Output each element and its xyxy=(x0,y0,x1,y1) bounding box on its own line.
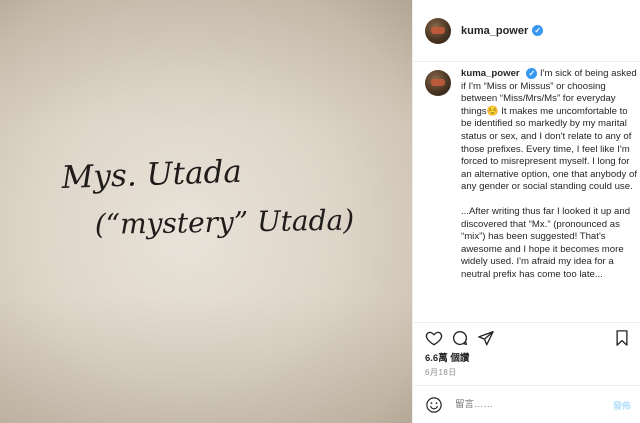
post-date[interactable]: 6月18日 xyxy=(425,367,457,378)
send-icon[interactable] xyxy=(477,329,495,347)
instagram-post: Mys. Utada (“mystery” Utada) kuma_power … xyxy=(0,0,640,423)
caption-verified-badge-icon: ✓ xyxy=(526,68,538,79)
handwriting-line-1: Mys. Utada xyxy=(60,154,242,196)
caption-paragraph-1: I'm sick of being asked if I'm “Miss or … xyxy=(461,68,637,193)
smiley-icon[interactable] xyxy=(425,396,443,414)
post-side-panel: kuma_power ✓ kuma_power ✓ I'm sick of be… xyxy=(412,0,640,423)
bookmark-icon[interactable] xyxy=(613,329,631,347)
post-header: kuma_power ✓ xyxy=(413,0,640,62)
handwritten-note: Mys. Utada (“mystery” Utada) xyxy=(60,154,355,241)
likes-count[interactable]: 6.6萬 個讚 xyxy=(425,350,469,364)
verified-badge-icon: ✓ xyxy=(532,25,544,36)
post-photo[interactable]: Mys. Utada (“mystery” Utada) xyxy=(0,0,412,423)
caption-paragraph-2: ...After writing thus far I looked it up… xyxy=(461,205,631,280)
caption-avatar[interactable] xyxy=(425,70,451,96)
action-bar xyxy=(413,322,640,346)
header-username[interactable]: kuma_power xyxy=(461,25,528,37)
post-caption: kuma_power ✓ I'm sick of being asked if … xyxy=(425,68,637,320)
comment-bar: 發佈 xyxy=(413,385,640,423)
comment-input[interactable] xyxy=(455,399,575,410)
caption-text: kuma_power ✓ I'm sick of being asked if … xyxy=(461,68,637,320)
handwriting-line-2: (“mystery” Utada) xyxy=(95,203,355,241)
heart-icon[interactable] xyxy=(425,329,443,347)
avatar[interactable] xyxy=(425,17,451,44)
caption-username[interactable]: kuma_power xyxy=(461,68,520,79)
post-comment-button[interactable]: 發佈 xyxy=(613,399,631,412)
comment-icon[interactable] xyxy=(451,329,469,347)
